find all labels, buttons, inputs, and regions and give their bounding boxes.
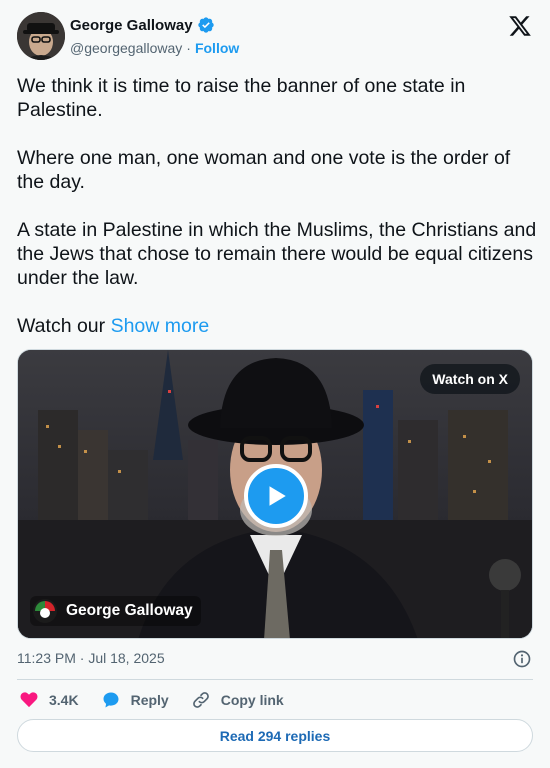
like-button[interactable]: 3.4K <box>19 690 79 710</box>
like-count: 3.4K <box>49 692 79 708</box>
tweet-card: George Galloway @georgegalloway · Follow… <box>0 0 550 768</box>
avatar-image <box>17 12 65 60</box>
show-more-link[interactable]: Show more <box>111 315 210 337</box>
watch-on-x-button[interactable]: Watch on X <box>420 364 520 394</box>
tweet-actions: 3.4K Reply Copy link <box>19 689 306 711</box>
copy-link-button[interactable]: Copy link <box>191 690 284 710</box>
follow-button[interactable]: Follow <box>195 40 239 56</box>
author-name-row: George Galloway <box>70 16 215 34</box>
separator-dot: · <box>186 40 191 56</box>
video-caption: George Galloway <box>30 596 201 626</box>
tweet-paragraph: Where one man, one woman and one vote is… <box>17 147 511 193</box>
tweet-paragraph: A state in Palestine in which the Muslim… <box>17 219 537 289</box>
copy-link-label: Copy link <box>220 692 284 708</box>
verified-badge-icon <box>197 17 214 33</box>
read-replies-button[interactable]: Read 294 replies <box>17 719 533 752</box>
author-handle-row: @georgegalloway · Follow <box>70 40 239 56</box>
video-player[interactable]: Watch on X George Galloway <box>17 349 533 639</box>
tweet-text: We think it is time to raise the banner … <box>17 74 537 338</box>
reply-icon <box>103 692 119 708</box>
tweet-last-line: Watch our Show more <box>17 314 537 338</box>
link-icon <box>192 692 209 708</box>
author-handle[interactable]: @georgegalloway <box>70 40 182 56</box>
x-logo-icon[interactable] <box>508 14 532 38</box>
divider <box>17 679 533 680</box>
avatar[interactable] <box>17 12 65 60</box>
tweet-paragraph: We think it is time to raise the banner … <box>17 75 466 121</box>
video-caption-text: George Galloway <box>66 602 193 619</box>
play-icon <box>269 486 286 506</box>
channel-logo-icon <box>33 599 57 623</box>
author-name[interactable]: George Galloway <box>70 17 193 34</box>
heart-icon <box>20 692 38 708</box>
play-button[interactable] <box>244 464 308 528</box>
reply-button[interactable]: Reply <box>101 690 169 710</box>
tweet-last-line-prefix: Watch our <box>17 315 111 337</box>
reply-label: Reply <box>130 692 169 708</box>
tweet-timestamp[interactable]: 11:23 PM · Jul 18, 2025 <box>17 650 165 666</box>
info-icon[interactable] <box>512 649 532 669</box>
